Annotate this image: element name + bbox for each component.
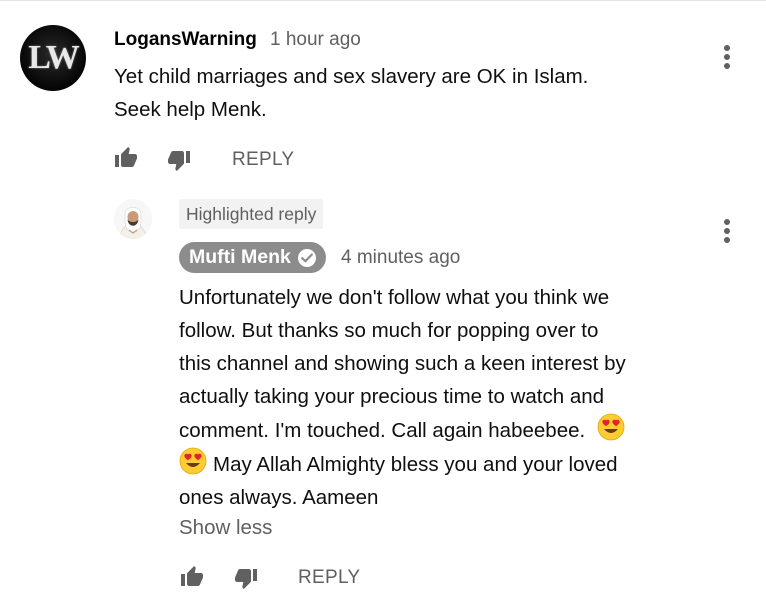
- reply-text-line: this channel and showing such a keen int…: [179, 352, 626, 375]
- top-divider: [0, 0, 766, 1]
- avatar-image: [114, 199, 152, 239]
- thumbs-up-icon: [181, 566, 203, 586]
- highlighted-reply-badge: Highlighted reply: [179, 199, 324, 229]
- reply-time[interactable]: 4 minutes ago: [341, 247, 460, 269]
- reply-text-line: Unfortunately we don't follow what you t…: [179, 286, 610, 309]
- comment-more-button[interactable]: [720, 45, 734, 75]
- reply-text: Unfortunately we don't follow what you t…: [179, 281, 626, 514]
- comment-text-line: Yet child marriages and sex slavery are …: [114, 65, 589, 88]
- comment-reply-button[interactable]: REPLY: [232, 149, 294, 171]
- comment-time[interactable]: 1 hour ago: [270, 29, 361, 51]
- reply-text-line-with-emoji: May Allah Almighty bless you and your lo…: [179, 447, 626, 481]
- comment-text: Yet child marriages and sex slavery are …: [114, 60, 588, 126]
- thumbs-down-icon: [235, 569, 257, 589]
- reply-more-button[interactable]: [720, 219, 734, 249]
- reply-like-button[interactable]: [179, 565, 205, 594]
- comment-author[interactable]: LogansWarning: [114, 29, 257, 51]
- thumbs-up-icon: [115, 147, 137, 167]
- thumbs-down-icon: [168, 151, 190, 171]
- comment-text-line: Seek help Menk.: [114, 98, 267, 121]
- reply-author-chip[interactable]: Mufti Menk: [179, 242, 326, 273]
- reply-author: Mufti Menk: [189, 246, 291, 268]
- reply-text-line: follow. But thanks so much for popping o…: [179, 319, 599, 342]
- comment-like-button[interactable]: [113, 146, 139, 175]
- comment-dislike-button[interactable]: [166, 148, 192, 177]
- reply-text-line-with-emoji: comment. I'm touched. Call again habeebe…: [179, 413, 626, 447]
- heart-eyes-emoji-icon: [597, 413, 625, 441]
- reply-dislike-button[interactable]: [233, 566, 259, 595]
- commenter-avatar[interactable]: LW: [20, 25, 86, 91]
- verified-check-icon: [297, 248, 316, 267]
- reply-text-line: ones always. Aameen: [179, 486, 379, 509]
- reply-reply-button[interactable]: REPLY: [298, 567, 360, 589]
- reply-author-avatar[interactable]: [114, 199, 152, 239]
- show-less-link[interactable]: Show less: [179, 516, 272, 540]
- reply-text-line: actually taking your precious time to wa…: [179, 385, 605, 408]
- more-vertical-icon: [720, 45, 734, 69]
- more-vertical-icon: [720, 219, 734, 243]
- heart-eyes-emoji-icon: [179, 447, 207, 475]
